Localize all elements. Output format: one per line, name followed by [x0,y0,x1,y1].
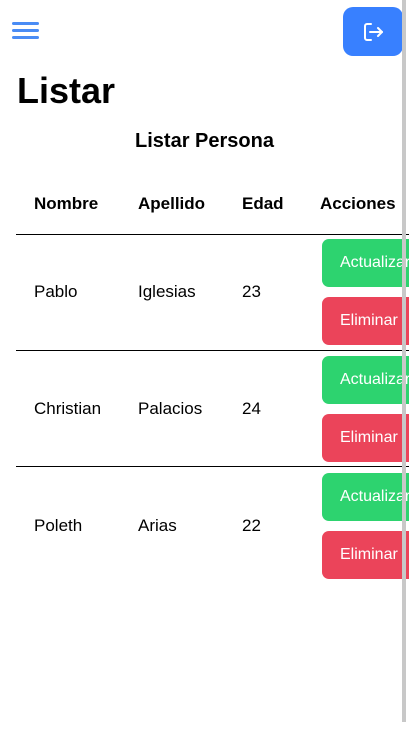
update-button[interactable]: Actualizar [322,473,409,521]
logout-icon [364,22,383,41]
menu-button[interactable] [12,21,40,41]
cell-apellido: Iglesias [138,282,196,301]
cell-apellido: Arias [138,516,177,535]
delete-button[interactable]: Eliminar [322,414,409,462]
scrollbar[interactable] [402,0,406,722]
table-title: Listar Persona [135,130,274,152]
app-root: Listar Listar Persona Nombre Apellido Ed… [0,0,409,729]
hamburger-menu-icon-bar [12,36,39,39]
cell-edad: 24 [242,399,261,418]
cell-edad: 22 [242,516,261,535]
cell-edad: 23 [242,282,261,301]
row-divider [16,350,409,351]
cell-apellido: Palacios [138,399,203,418]
page-title: Listar [17,70,116,111]
update-button[interactable]: Actualizar [322,356,409,404]
hamburger-menu-icon-bar [12,29,39,32]
cell-nombre: Poleth [34,516,83,535]
column-header-apellido: Apellido [138,194,206,213]
column-header-edad: Edad [242,194,284,213]
row-divider [16,234,409,235]
update-button[interactable]: Actualizar [322,239,409,287]
row-divider [16,466,409,467]
hamburger-menu-icon-bar [12,22,39,25]
column-header-acciones: Acciones [320,194,396,213]
cell-nombre: Pablo [34,282,78,301]
column-header-nombre: Nombre [34,194,99,213]
delete-button[interactable]: Eliminar [322,297,409,345]
delete-button[interactable]: Eliminar [322,531,409,579]
cell-nombre: Christian [34,399,102,418]
logout-button[interactable] [343,7,403,56]
